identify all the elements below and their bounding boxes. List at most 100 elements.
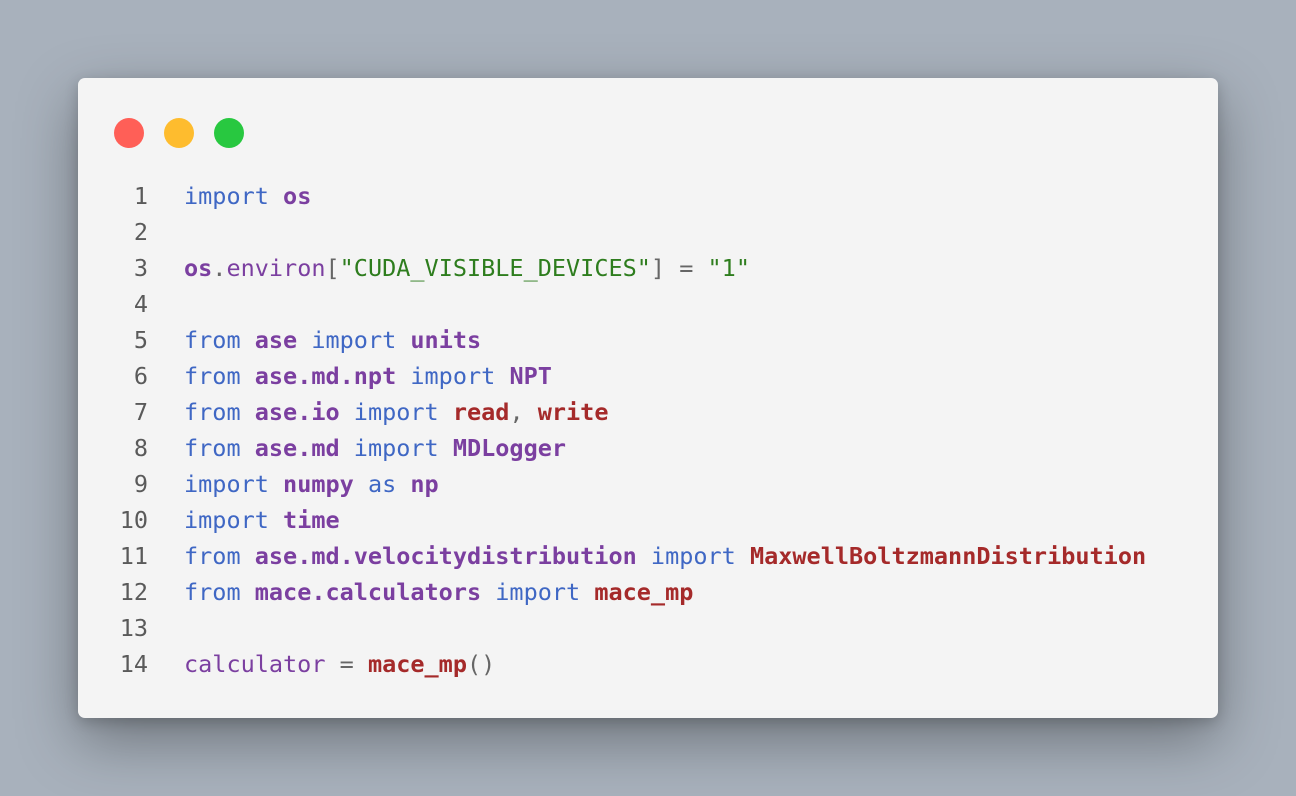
- token-keyword: import: [495, 578, 581, 606]
- token-keyword: import: [410, 362, 496, 390]
- line-number: 11: [119, 542, 148, 570]
- close-button[interactable]: [114, 118, 144, 148]
- token-function: read: [452, 398, 510, 426]
- token-keyword: as: [367, 470, 397, 498]
- code-block[interactable]: 1 import os 2 3 os.environ["CUDA_VISIBLE_DEV…: [78, 178, 1218, 682]
- token-keyword: import: [184, 506, 269, 534]
- token-keyword: from: [184, 434, 241, 462]
- token-module: os: [283, 182, 312, 210]
- line-number: 4: [133, 290, 148, 318]
- token-module: ase: [254, 326, 298, 354]
- token-keyword: import: [311, 326, 397, 354]
- token-punctuation: .: [212, 254, 227, 282]
- token-identifier: environ: [226, 254, 326, 282]
- code-line: 4: [78, 286, 1218, 322]
- token-keyword: import: [650, 542, 736, 570]
- code-window: 1 import os 2 3 os.environ["CUDA_VISIBLE_DEV…: [78, 78, 1218, 718]
- code-line: 10 import time: [78, 502, 1218, 538]
- token-module: ase.io: [254, 398, 340, 426]
- code-line: 11 from ase.md.velocitydistribution impor…: [78, 538, 1218, 574]
- line-number: 6: [133, 362, 148, 390]
- line-number: 10: [119, 506, 148, 534]
- code-line: 7 from ase.io import read, write: [78, 394, 1218, 430]
- token-keyword: import: [184, 182, 269, 210]
- code-text: from ase.io import read, write: [184, 394, 608, 430]
- token-keyword: from: [184, 578, 241, 606]
- code-line: 1 import os: [78, 178, 1218, 214]
- code-line: 6 from ase.md.npt import NPT: [78, 358, 1218, 394]
- token-module: numpy: [283, 470, 354, 498]
- token-keyword: import: [353, 434, 439, 462]
- token-punctuation: ]: [650, 254, 666, 282]
- token-punctuation: (): [466, 650, 496, 678]
- code-text: calculator = mace_mp(): [184, 646, 495, 682]
- code-text: import numpy as np: [184, 466, 439, 502]
- token-keyword: from: [184, 398, 241, 426]
- code-line: 8 from ase.md import MDLogger: [78, 430, 1218, 466]
- token-module: ase.md.npt: [254, 362, 397, 390]
- code-line: 14 calculator = mace_mp(): [78, 646, 1218, 682]
- code-text: from ase.md.npt import NPT: [184, 358, 552, 394]
- code-text: from mace.calculators import mace_mp: [184, 574, 693, 610]
- code-text: from ase import units: [184, 322, 481, 358]
- token-keyword: from: [184, 362, 241, 390]
- code-line: 5 from ase import units: [78, 322, 1218, 358]
- token-keyword: import: [184, 470, 269, 498]
- code-text: import time: [184, 502, 340, 538]
- code-line: 2: [78, 214, 1218, 250]
- line-number: 12: [119, 578, 148, 606]
- line-number: 2: [133, 218, 148, 246]
- token-function: mace_mp: [594, 578, 694, 606]
- line-number: 5: [133, 326, 148, 354]
- zoom-button[interactable]: [214, 118, 244, 148]
- code-line: 9 import numpy as np: [78, 466, 1218, 502]
- line-number: 3: [133, 254, 148, 282]
- token-identifier: calculator: [184, 650, 326, 678]
- token-module: time: [283, 506, 340, 534]
- token-punctuation: ,: [509, 398, 538, 426]
- token-keyword: from: [184, 326, 241, 354]
- token-function: mace_mp: [367, 650, 467, 678]
- token-punctuation: [: [325, 254, 340, 282]
- token-function: write: [537, 398, 609, 426]
- code-text: os.environ["CUDA_VISIBLE_DEVICES"] = "1": [184, 250, 750, 286]
- token-punctuation: =: [325, 650, 368, 678]
- code-line: 3 os.environ["CUDA_VISIBLE_DEVICES"] = "1…: [78, 250, 1218, 286]
- line-number: 9: [133, 470, 148, 498]
- token-module: mace.calculators: [254, 578, 482, 606]
- token-module: MDLogger: [452, 434, 567, 462]
- line-number: 7: [133, 398, 148, 426]
- line-number: 13: [119, 614, 148, 642]
- line-number: 8: [133, 434, 148, 462]
- code-text: import os: [184, 178, 311, 214]
- token-keyword: from: [184, 542, 241, 570]
- code-text: from ase.md.velocitydistribution import …: [184, 538, 1146, 574]
- token-string: "1": [707, 254, 750, 282]
- token-module: np: [410, 470, 439, 498]
- token-function: MaxwellBoltzmannDistribution: [749, 542, 1147, 570]
- token-module: os: [184, 254, 213, 282]
- minimize-button[interactable]: [164, 118, 194, 148]
- line-number: 14: [119, 650, 148, 678]
